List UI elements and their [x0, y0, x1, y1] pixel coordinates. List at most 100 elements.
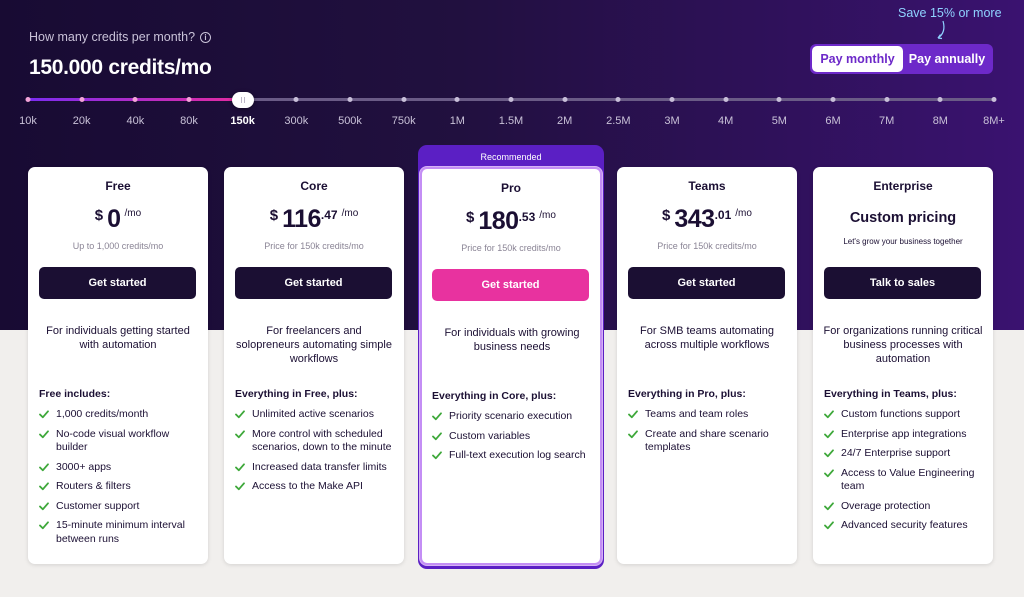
check-icon	[432, 412, 442, 421]
slider-tick-label[interactable]: 2.5M	[606, 115, 630, 127]
slider-tick-label[interactable]: 3M	[664, 115, 679, 127]
feature-text: No-code visual workflow builder	[56, 427, 170, 454]
check-icon	[432, 431, 442, 440]
slider-tick-mark[interactable]	[776, 97, 782, 102]
info-icon[interactable]: i	[200, 31, 212, 43]
plan-name: Core	[300, 179, 328, 193]
feature-item: Custom variables	[432, 430, 594, 444]
slider-tick-label[interactable]: 7M	[879, 115, 894, 127]
slider-tick-mark[interactable]	[884, 97, 890, 102]
check-icon	[39, 429, 49, 438]
feature-item: Full-text execution log search	[432, 449, 594, 463]
slider-tick-label[interactable]: 1M	[450, 115, 465, 127]
slider-tick-label[interactable]: 10k	[19, 115, 37, 127]
feature-text: Unlimited active scenarios	[252, 408, 374, 420]
check-icon	[235, 482, 245, 491]
features-heading: Everything in Core, plus:	[432, 390, 557, 402]
slider-tick-mark[interactable]	[615, 97, 621, 102]
slider-tick-mark[interactable]	[454, 97, 460, 102]
price-amount: 180	[478, 207, 519, 235]
feature-text: Access to the Make API	[252, 480, 363, 492]
features-list: 1,000 credits/month No-code visual workfl…	[39, 408, 201, 552]
slider-tick-mark[interactable]	[830, 97, 836, 102]
save-note: Save 15% or more	[898, 6, 1002, 20]
feature-text: 24/7 Enterprise support	[841, 447, 951, 459]
credits-slider[interactable]	[25, 92, 997, 108]
feature-text: Overage protection	[841, 499, 931, 512]
features-list: Teams and team roles Create and share sce…	[628, 408, 790, 461]
plan-name: Enterprise	[873, 179, 933, 193]
pay-monthly-button[interactable]: Pay monthly	[812, 46, 903, 72]
slider-tick-label[interactable]: 750k	[392, 115, 416, 127]
slider-tick-label[interactable]: 150k	[230, 115, 254, 127]
get-started-button[interactable]: Get started	[39, 267, 196, 299]
get-started-button[interactable]: Get started	[628, 267, 785, 299]
price-amount: 0	[107, 205, 121, 233]
slider-thumb[interactable]	[231, 92, 254, 108]
slider-tick-label[interactable]: 4M	[718, 115, 733, 127]
plan-card-enterprise: Enterprise Custom pricing Let's grow you…	[813, 167, 993, 564]
slider-tick-label[interactable]: 20k	[73, 115, 91, 127]
slider-tick-label[interactable]: 5M	[772, 115, 787, 127]
get-started-button[interactable]: Get started	[235, 267, 392, 299]
slider-tick-label[interactable]: 6M	[825, 115, 840, 127]
check-icon	[824, 449, 834, 458]
price-currency: $	[662, 207, 671, 224]
check-icon	[824, 468, 834, 477]
slider-tick-mark[interactable]	[723, 97, 729, 102]
check-icon	[824, 429, 834, 438]
slider-tick-mark[interactable]	[991, 97, 997, 102]
feature-item: No-code visual workflow builder	[39, 428, 201, 455]
check-icon	[39, 482, 49, 491]
feature-item: 1,000 credits/month	[39, 408, 201, 422]
slider-tick-mark[interactable]	[79, 97, 85, 102]
slider-tick-label[interactable]: 80k	[180, 115, 198, 127]
slider-tick-label[interactable]: 40k	[126, 115, 144, 127]
feature-text: Advanced security features	[841, 519, 968, 531]
slider-tick-mark[interactable]	[293, 97, 299, 102]
slider-tick-mark[interactable]	[508, 97, 514, 102]
slider-tick-mark[interactable]	[401, 97, 407, 102]
slider-tick-mark[interactable]	[562, 97, 568, 102]
price-unit: /mo	[539, 210, 556, 221]
feature-item: More control with scheduled scenarios, d…	[235, 428, 397, 455]
feature-text: 3000+ apps	[56, 460, 112, 473]
plan-description: For individuals getting started with aut…	[46, 325, 190, 351]
feature-text: Full-text execution log search	[449, 449, 586, 461]
slider-tick-mark[interactable]	[347, 97, 353, 102]
slider-tick-label[interactable]: 8M	[933, 115, 948, 127]
check-icon	[39, 462, 49, 471]
feature-item: Routers & filters	[39, 480, 201, 494]
pay-annually-button[interactable]: Pay annually	[903, 46, 991, 72]
check-icon	[628, 410, 638, 419]
price-unit: /mo	[735, 208, 752, 219]
curved-arrow-icon	[937, 20, 945, 40]
slider-tick-label[interactable]: 500k	[338, 115, 362, 127]
slider-tick-mark[interactable]	[669, 97, 675, 102]
slider-tick-label[interactable]: 2M	[557, 115, 572, 127]
get-started-button[interactable]: Get started	[432, 269, 589, 301]
feature-item: Access to Value Engineering team	[824, 467, 986, 494]
feature-item: Advanced security features	[824, 519, 986, 533]
slider-tick-label[interactable]: 300k	[284, 115, 308, 127]
plan-name: Free	[105, 179, 131, 193]
slider-tick-label[interactable]: 8M+	[983, 115, 1005, 127]
feature-item: Priority scenario execution	[432, 410, 594, 424]
talk-to-sales-button[interactable]: Talk to sales	[824, 267, 981, 299]
feature-item: Enterprise app integrations	[824, 428, 986, 442]
feature-text: Teams and team roles	[645, 408, 749, 420]
check-icon	[235, 462, 245, 471]
feature-text: Create and share scenario templates	[645, 427, 769, 454]
slider-tick-mark[interactable]	[132, 97, 138, 102]
slider-tick-mark[interactable]	[937, 97, 943, 102]
slider-tick-label[interactable]: 1.5M	[499, 115, 523, 127]
price-currency: $	[94, 207, 104, 224]
slider-tick-mark[interactable]	[186, 97, 192, 102]
plan-card-core: Core $ 116 .47 /mo Price for 150k credit…	[224, 167, 404, 564]
price-unit: /mo	[124, 208, 142, 219]
plan-card-teams: Teams $ 343 .01 /mo Price for 150k credi…	[617, 167, 797, 564]
price-amount: 116	[282, 205, 321, 233]
price-note: Up to 1,000 credits/mo	[72, 241, 164, 251]
slider-tick-mark[interactable]	[25, 97, 31, 102]
plan-name: Teams	[688, 179, 726, 193]
